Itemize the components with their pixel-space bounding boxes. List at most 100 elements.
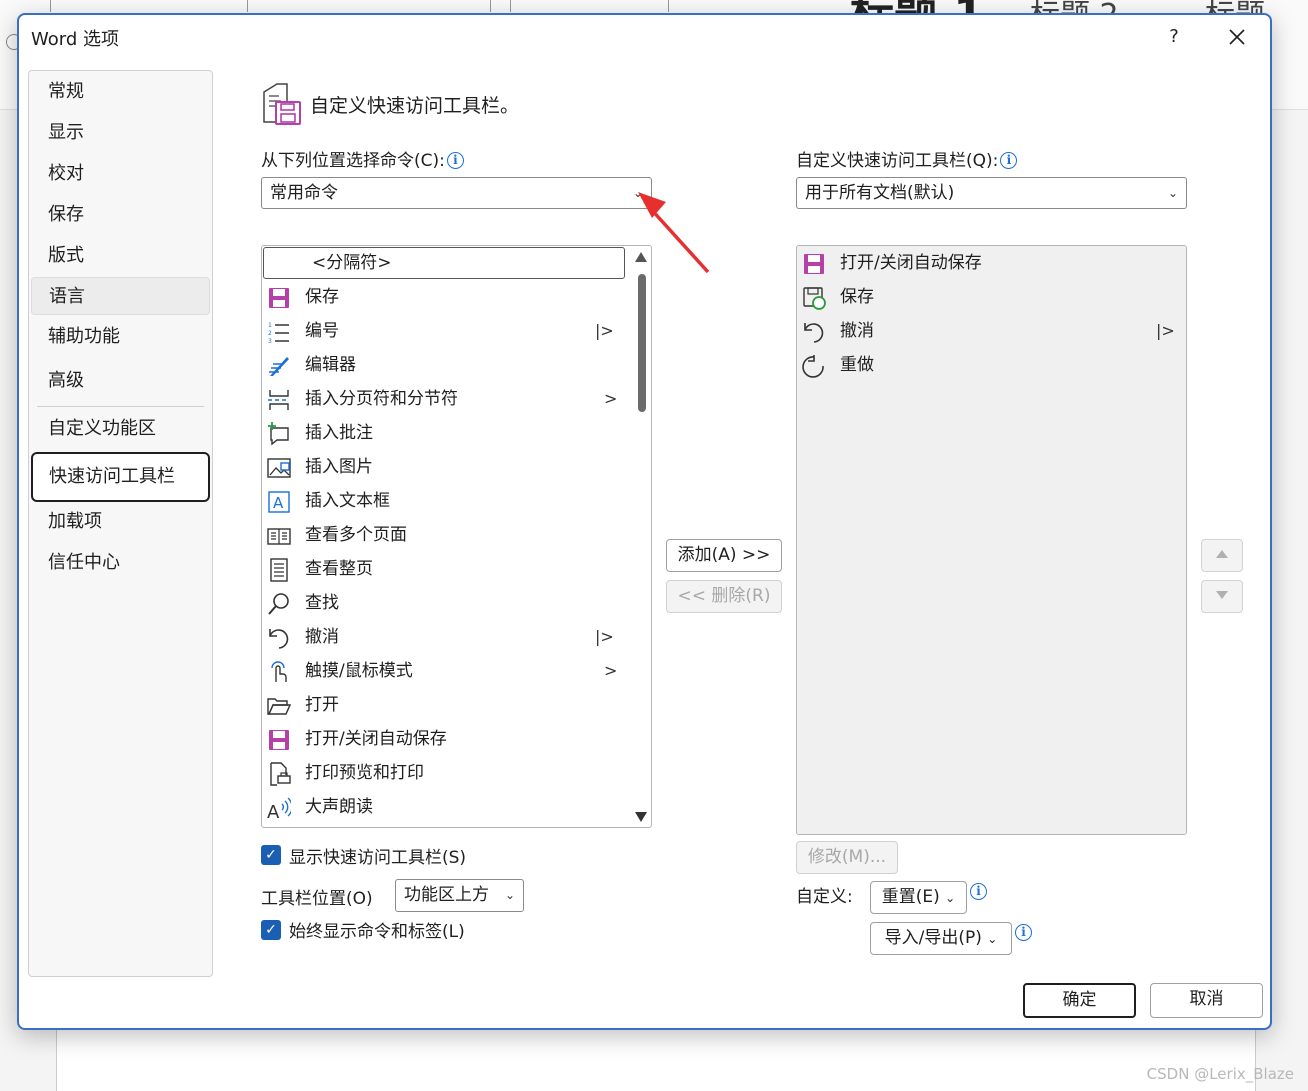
show-qat-label: 显示快速访问工具栏(S) <box>289 848 467 868</box>
list-item-label: 撤消 <box>305 627 339 647</box>
undo-icon <box>269 629 289 649</box>
list-item[interactable]: 查看整页 <box>262 552 622 586</box>
touch-icon <box>271 661 287 682</box>
move-up-button[interactable] <box>1201 539 1243 572</box>
nav-item-proofing[interactable]: 校对 <box>31 155 210 193</box>
always-show-labels-label: 始终显示命令和标签(L) <box>289 922 465 942</box>
submenu-indicator: > <box>604 389 618 408</box>
available-commands-list[interactable]: <分隔符> 保存 123 编号 |> 编辑器 插入分页符和分节符 > 插入批注 … <box>261 245 652 828</box>
nav-item-addins[interactable]: 加载项 <box>31 503 210 541</box>
list-item[interactable]: 保存 <box>797 280 1186 314</box>
list-item[interactable]: 撤消 |> <box>797 314 1186 348</box>
submenu-indicator: |> <box>1156 321 1175 340</box>
nav-item-quick-access-toolbar[interactable]: 快速访问工具栏 <box>31 452 210 502</box>
list-item[interactable]: 插入图片 <box>262 450 622 484</box>
nav-item-accessibility[interactable]: 辅助功能 <box>31 318 210 356</box>
info-icon[interactable]: i <box>446 152 464 169</box>
list-item[interactable]: 重做 <box>797 348 1186 382</box>
close-button[interactable] <box>1219 21 1255 53</box>
options-nav: 常规 显示 校对 保存 版式 语言 辅助功能 高级 自定义功能区 快速访问工具栏… <box>28 70 213 977</box>
move-down-button[interactable] <box>1201 580 1243 613</box>
nav-item-display[interactable]: 显示 <box>31 114 210 152</box>
svg-text:3: 3 <box>268 338 272 344</box>
modify-button[interactable]: 修改(M)... <box>796 841 898 874</box>
nav-item-customize-ribbon[interactable]: 自定义功能区 <box>31 410 210 448</box>
comment-add-icon <box>268 422 289 446</box>
choose-commands-dropdown[interactable]: 常用命令 ⌄ <box>261 177 652 209</box>
list-item[interactable]: 123 编号 |> <box>262 314 622 348</box>
list-item[interactable]: 打开 <box>262 688 622 722</box>
ok-button[interactable]: 确定 <box>1023 983 1136 1018</box>
choose-commands-label: 从下列位置选择命令(C): i <box>261 146 464 171</box>
list-item[interactable]: 打印预览和打印 <box>262 756 622 790</box>
list-item[interactable]: 插入批注 <box>262 416 622 450</box>
info-icon[interactable]: i <box>1000 152 1018 169</box>
editor-pen-icon <box>269 357 289 376</box>
read-aloud-icon: A <box>267 797 291 820</box>
import-export-button[interactable]: 导入/导出(P) ⌄ <box>870 922 1012 955</box>
list-item[interactable]: 打开/关闭自动保存 <box>797 246 1186 280</box>
scroll-thumb[interactable] <box>638 274 646 412</box>
list-item[interactable]: 保存 <box>262 280 622 314</box>
list-item-label: 查找 <box>305 593 339 613</box>
submenu-indicator: > <box>604 661 618 680</box>
annotation-arrow-icon <box>638 192 710 274</box>
list-item-label: 大声朗读 <box>305 797 373 817</box>
list-item-label: 保存 <box>840 287 874 307</box>
submenu-indicator: |> <box>595 321 614 340</box>
list-item[interactable]: 编辑器 <box>262 348 622 382</box>
remove-button[interactable]: << 删除(R) <box>666 580 782 613</box>
cancel-button[interactable]: 取消 <box>1150 983 1263 1018</box>
list-item-label: 编号 <box>305 321 339 341</box>
autosave-icon <box>804 254 824 274</box>
list-item-label: 打开/关闭自动保存 <box>840 253 982 273</box>
list-item[interactable]: 查找 <box>262 586 622 620</box>
help-button[interactable]: ? <box>1159 23 1189 51</box>
svg-text:1: 1 <box>268 322 272 329</box>
page-break-icon <box>268 390 289 410</box>
folder-open-icon <box>267 698 291 715</box>
numbering-icon: 123 <box>268 322 289 344</box>
list-item-label: 查看多个页面 <box>305 525 407 545</box>
choose-commands-label-text: 从下列位置选择命令(C): <box>261 151 445 171</box>
nav-item-advanced[interactable]: 高级 <box>31 362 210 400</box>
info-icon[interactable]: i <box>970 883 987 900</box>
show-qat-checkbox[interactable]: ✓ <box>261 845 281 865</box>
watermark: CSDN @Lerix_Blaze <box>1146 1065 1294 1083</box>
reset-button[interactable]: 重置(E) ⌄ <box>870 881 967 914</box>
nav-item-typography[interactable]: 版式 <box>31 237 210 275</box>
list-item[interactable]: 撤消 |> <box>262 620 622 654</box>
list-item[interactable]: 查看多个页面 <box>262 518 622 552</box>
customize-toolbar-dropdown[interactable]: 用于所有文档(默认) ⌄ <box>796 177 1187 209</box>
list-item-label: 重做 <box>840 355 874 375</box>
choose-commands-value: 常用命令 <box>270 183 338 203</box>
nav-item-save[interactable]: 保存 <box>31 196 210 234</box>
import-export-button-label: 导入/导出(P) <box>884 928 982 948</box>
nav-item-general[interactable]: 常规 <box>31 73 210 111</box>
svg-text:A: A <box>267 802 280 820</box>
picture-icon <box>267 458 291 478</box>
nav-item-language[interactable]: 语言 <box>31 277 210 315</box>
list-scrollbar[interactable] <box>634 252 648 822</box>
undo-icon <box>804 323 824 343</box>
list-item[interactable]: 插入分页符和分节符 > <box>262 382 622 416</box>
add-button[interactable]: 添加(A) >> <box>666 539 782 572</box>
bg-separator <box>50 0 51 12</box>
list-item-label: 保存 <box>305 287 339 307</box>
quick-access-commands-list[interactable]: 打开/关闭自动保存 保存 撤消 |> 重做 <box>796 245 1187 835</box>
submenu-indicator: |> <box>595 627 614 646</box>
list-item[interactable]: A 大声朗读 <box>262 790 622 824</box>
always-show-labels-checkbox[interactable]: ✓ <box>261 920 281 940</box>
nav-item-trust-center[interactable]: 信任中心 <box>31 544 210 582</box>
svg-text:A: A <box>273 494 284 512</box>
list-item-separator[interactable]: <分隔符> <box>263 247 625 279</box>
list-item[interactable]: 打开/关闭自动保存 <box>262 722 622 756</box>
info-icon[interactable]: i <box>1015 924 1032 941</box>
scroll-down-icon[interactable] <box>635 812 647 822</box>
chevron-down-icon: ⌄ <box>504 888 515 902</box>
toolbar-position-dropdown[interactable]: 功能区上方 ⌄ <box>395 879 524 912</box>
list-item[interactable]: A 插入文本框 <box>262 484 622 518</box>
list-item[interactable]: 触摸/鼠标模式 > <box>262 654 622 688</box>
svg-text:2: 2 <box>268 330 272 337</box>
whole-page-icon <box>270 558 288 582</box>
